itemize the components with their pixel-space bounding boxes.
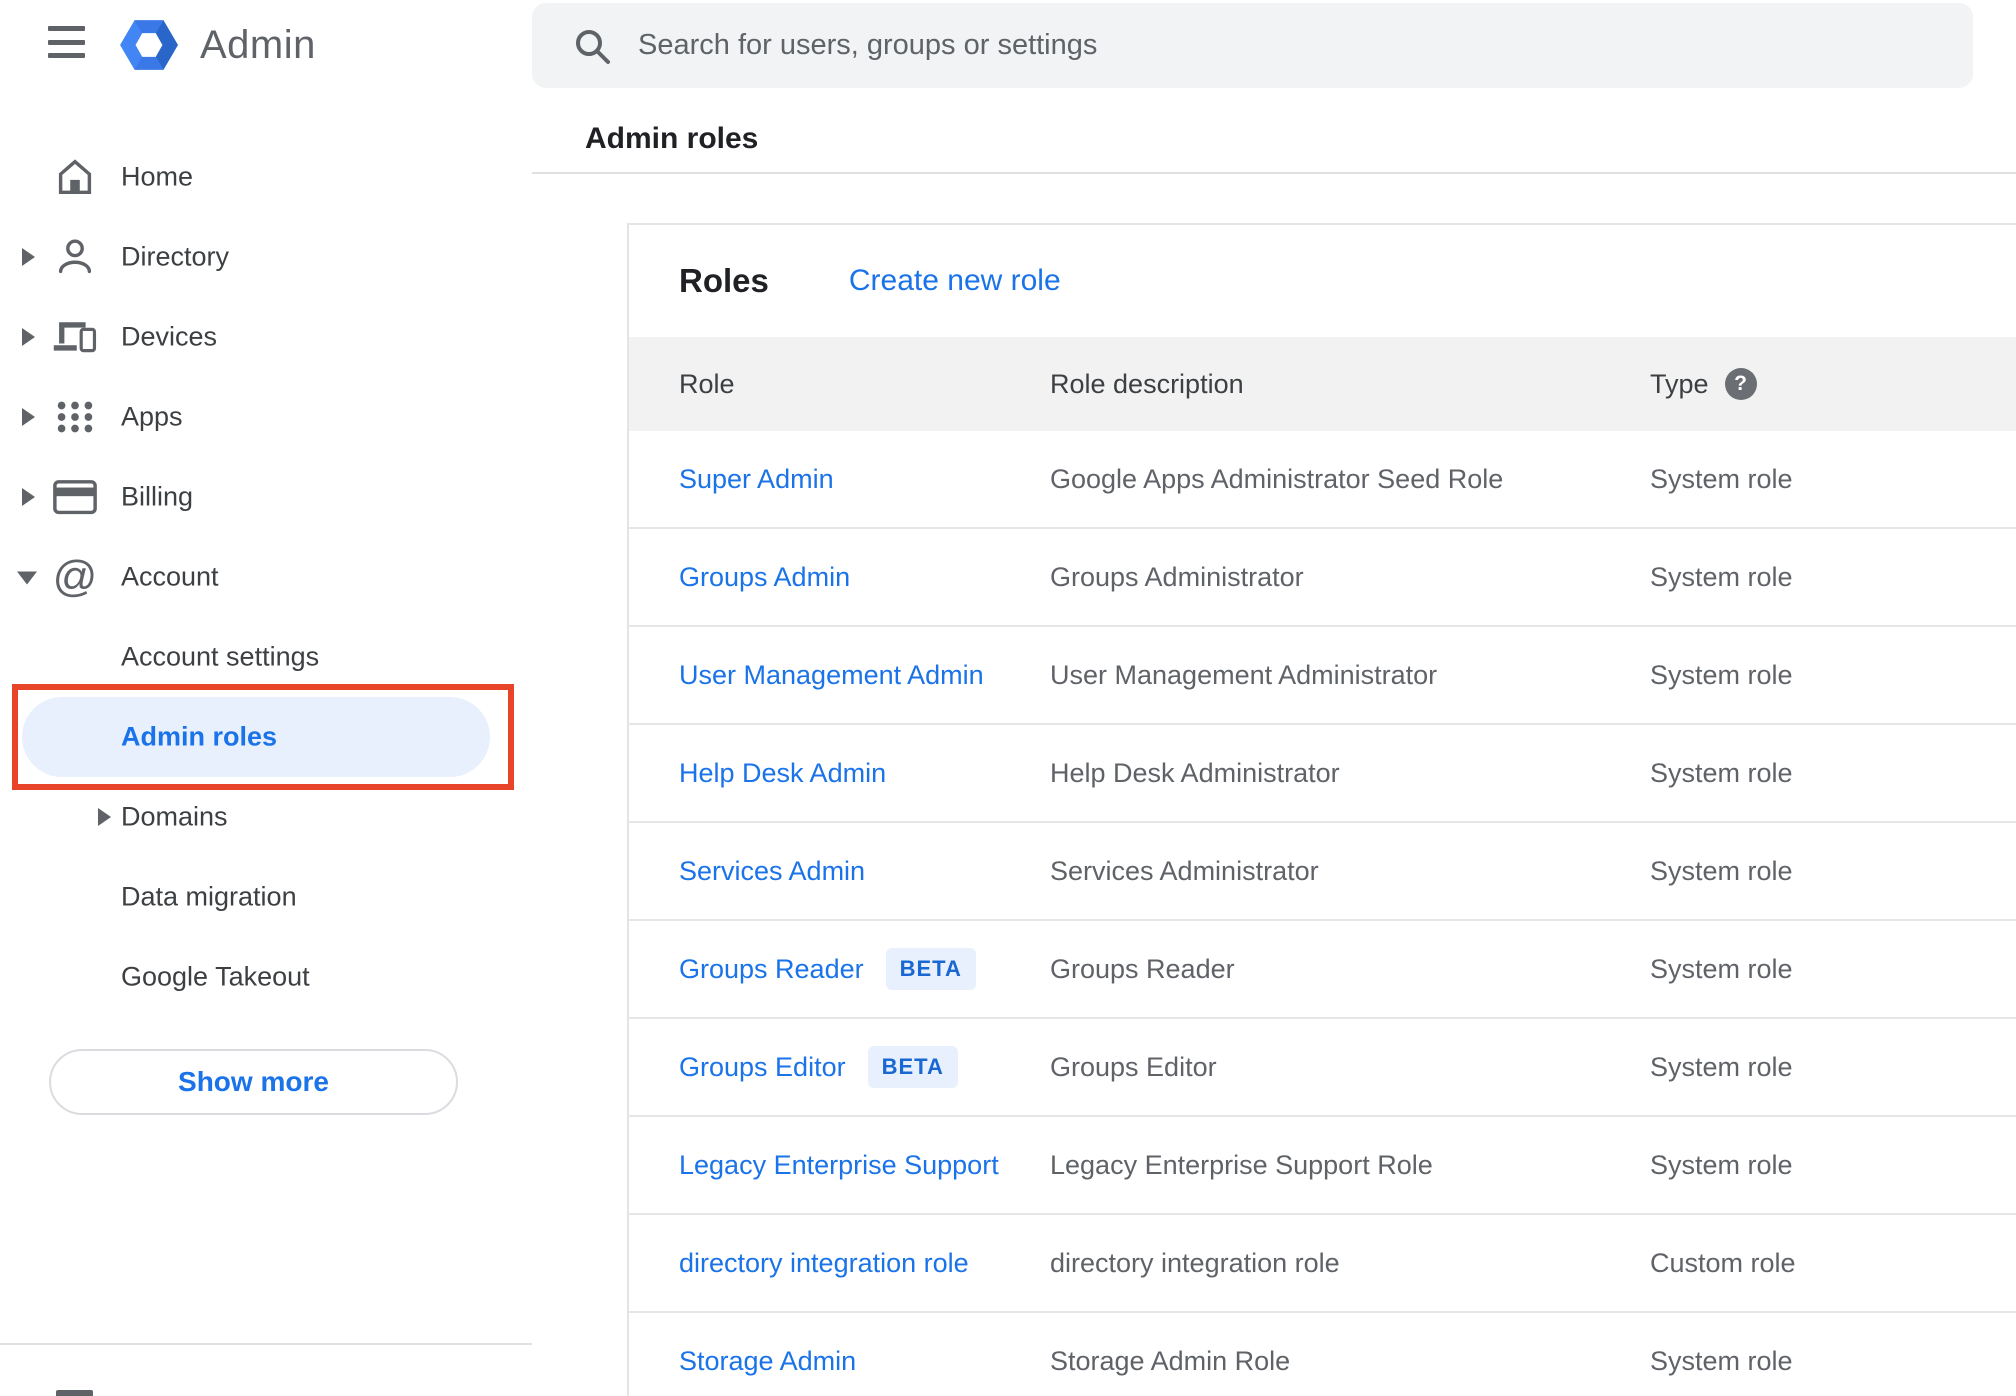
role-link[interactable]: Services Admin: [679, 856, 865, 887]
sidebar-item-google-takeout[interactable]: Google Takeout: [0, 937, 532, 1017]
role-type: System role: [1650, 463, 1793, 494]
sidebar-item-admin-roles[interactable]: Admin roles: [0, 697, 532, 777]
home-icon: [52, 154, 98, 200]
role-type: System role: [1650, 757, 1793, 788]
role-link[interactable]: Groups Editor: [679, 1052, 846, 1083]
sidebar-item-account[interactable]: @ Account: [0, 537, 532, 617]
table-row: Storage Admin Storage Admin Role System …: [629, 1313, 2016, 1396]
sidebar-item-data-migration[interactable]: Data migration: [0, 857, 532, 937]
role-link[interactable]: User Management Admin: [679, 660, 984, 691]
at-sign-icon: @: [52, 552, 98, 601]
role-link[interactable]: Groups Admin: [679, 562, 850, 593]
sidebar-item-label: Domains: [121, 801, 228, 832]
sidebar-item-label: Admin roles: [121, 721, 278, 752]
role-description: Groups Reader: [1050, 953, 1235, 984]
column-header-role: Role: [679, 368, 735, 399]
sidebar-item-label: Directory: [121, 241, 230, 272]
role-link[interactable]: Super Admin: [679, 464, 834, 495]
role-link[interactable]: directory integration role: [679, 1248, 969, 1279]
table-row: Services Admin Services Administrator Sy…: [629, 823, 2016, 921]
role-link[interactable]: Groups Reader: [679, 954, 864, 985]
role-type: System role: [1650, 855, 1793, 886]
sidebar-bottom-divider: [0, 1343, 532, 1345]
search-input[interactable]: [638, 29, 1943, 62]
role-type: System role: [1650, 1051, 1793, 1082]
card-title: Roles: [679, 262, 769, 299]
column-header-type: Type: [1650, 368, 1709, 399]
search-bar[interactable]: [532, 3, 1973, 88]
column-header-description: Role description: [1050, 368, 1244, 399]
beta-badge: BETA: [885, 948, 976, 990]
table-row: Groups Admin Groups Administrator System…: [629, 529, 2016, 627]
brand-name: Admin: [200, 22, 316, 67]
cutoff-icon: [56, 1390, 93, 1396]
beta-badge: BETA: [867, 1046, 958, 1088]
chevron-down-icon[interactable]: [17, 571, 37, 585]
roles-card: Roles Create new role Role Role descript…: [627, 223, 2016, 1396]
role-description: User Management Administrator: [1050, 659, 1438, 690]
role-description: Services Administrator: [1050, 855, 1319, 886]
table-header-row: Role Role description Type ?: [629, 337, 2016, 431]
apps-grid-icon: [52, 394, 98, 440]
chevron-right-icon[interactable]: [98, 808, 111, 826]
sidebar-item-label: Account: [121, 561, 219, 592]
sidebar-item-label: Billing: [121, 481, 194, 512]
role-description: Storage Admin Role: [1050, 1345, 1291, 1376]
chevron-right-icon[interactable]: [22, 328, 35, 346]
breadcrumb: Admin roles: [585, 122, 759, 155]
table-row: Help Desk Admin Help Desk Administrator …: [629, 725, 2016, 823]
search-icon: [576, 29, 610, 64]
menu-icon[interactable]: [48, 26, 92, 58]
sidebar-item-billing[interactable]: Billing: [0, 457, 532, 537]
chevron-right-icon[interactable]: [22, 488, 35, 506]
sidebar-item-label: Account settings: [121, 641, 320, 672]
sidebar-item-label: Data migration: [121, 881, 297, 912]
person-icon: [52, 234, 98, 280]
table-row: Legacy Enterprise Support Legacy Enterpr…: [629, 1117, 2016, 1215]
sidebar-item-domains[interactable]: Domains: [0, 777, 532, 857]
role-link[interactable]: Help Desk Admin: [679, 758, 886, 789]
role-description: Help Desk Administrator: [1050, 757, 1340, 788]
role-description: directory integration role: [1050, 1247, 1340, 1278]
devices-icon: [52, 314, 98, 360]
sidebar-item-home[interactable]: Home: [0, 137, 532, 217]
sidebar-item-devices[interactable]: Devices: [0, 297, 532, 377]
table-row: Groups Reader BETA Groups Reader System …: [629, 921, 2016, 1019]
help-icon[interactable]: ?: [1724, 368, 1757, 400]
chevron-right-icon[interactable]: [22, 408, 35, 426]
sidebar-item-label: Home: [121, 161, 194, 192]
role-description: Groups Administrator: [1050, 561, 1304, 592]
show-more-button[interactable]: Show more: [49, 1049, 458, 1115]
create-new-role-link[interactable]: Create new role: [849, 264, 1061, 298]
role-type: System role: [1650, 953, 1793, 984]
sidebar-item-directory[interactable]: Directory: [0, 217, 532, 297]
sidebar-nav: Home Directory Devices Apps Billing @ Ac…: [0, 137, 532, 1017]
role-link[interactable]: Storage Admin: [679, 1346, 856, 1377]
table-row: directory integration role directory int…: [629, 1215, 2016, 1313]
admin-logo-icon: [120, 20, 178, 70]
role-link[interactable]: Legacy Enterprise Support: [679, 1150, 999, 1181]
chevron-right-icon[interactable]: [22, 248, 35, 266]
sidebar-item-label: Devices: [121, 321, 218, 352]
role-type: System role: [1650, 1149, 1793, 1180]
sidebar-item-account-settings[interactable]: Account settings: [0, 617, 532, 697]
table-row: Super Admin Google Apps Administrator Se…: [629, 431, 2016, 529]
role-type: Custom role: [1650, 1247, 1796, 1278]
sidebar-item-apps[interactable]: Apps: [0, 377, 532, 457]
admin-logo[interactable]: Admin: [118, 14, 316, 76]
role-description: Google Apps Administrator Seed Role: [1050, 463, 1504, 494]
role-description: Groups Editor: [1050, 1051, 1217, 1082]
credit-card-icon: [52, 474, 98, 520]
role-type: System role: [1650, 1345, 1793, 1376]
content-divider: [532, 172, 2016, 174]
sidebar-item-label: Apps: [121, 401, 183, 432]
table-row: Groups Editor BETA Groups Editor System …: [629, 1019, 2016, 1117]
table-row: User Management Admin User Management Ad…: [629, 627, 2016, 725]
sidebar-item-label: Google Takeout: [121, 961, 310, 992]
role-type: System role: [1650, 659, 1793, 690]
role-type: System role: [1650, 561, 1793, 592]
sidebar: Admin Home Directory Devices Apps Billin…: [0, 0, 532, 1396]
roles-card-header: Roles Create new role: [629, 225, 2016, 337]
role-description: Legacy Enterprise Support Role: [1050, 1149, 1433, 1180]
